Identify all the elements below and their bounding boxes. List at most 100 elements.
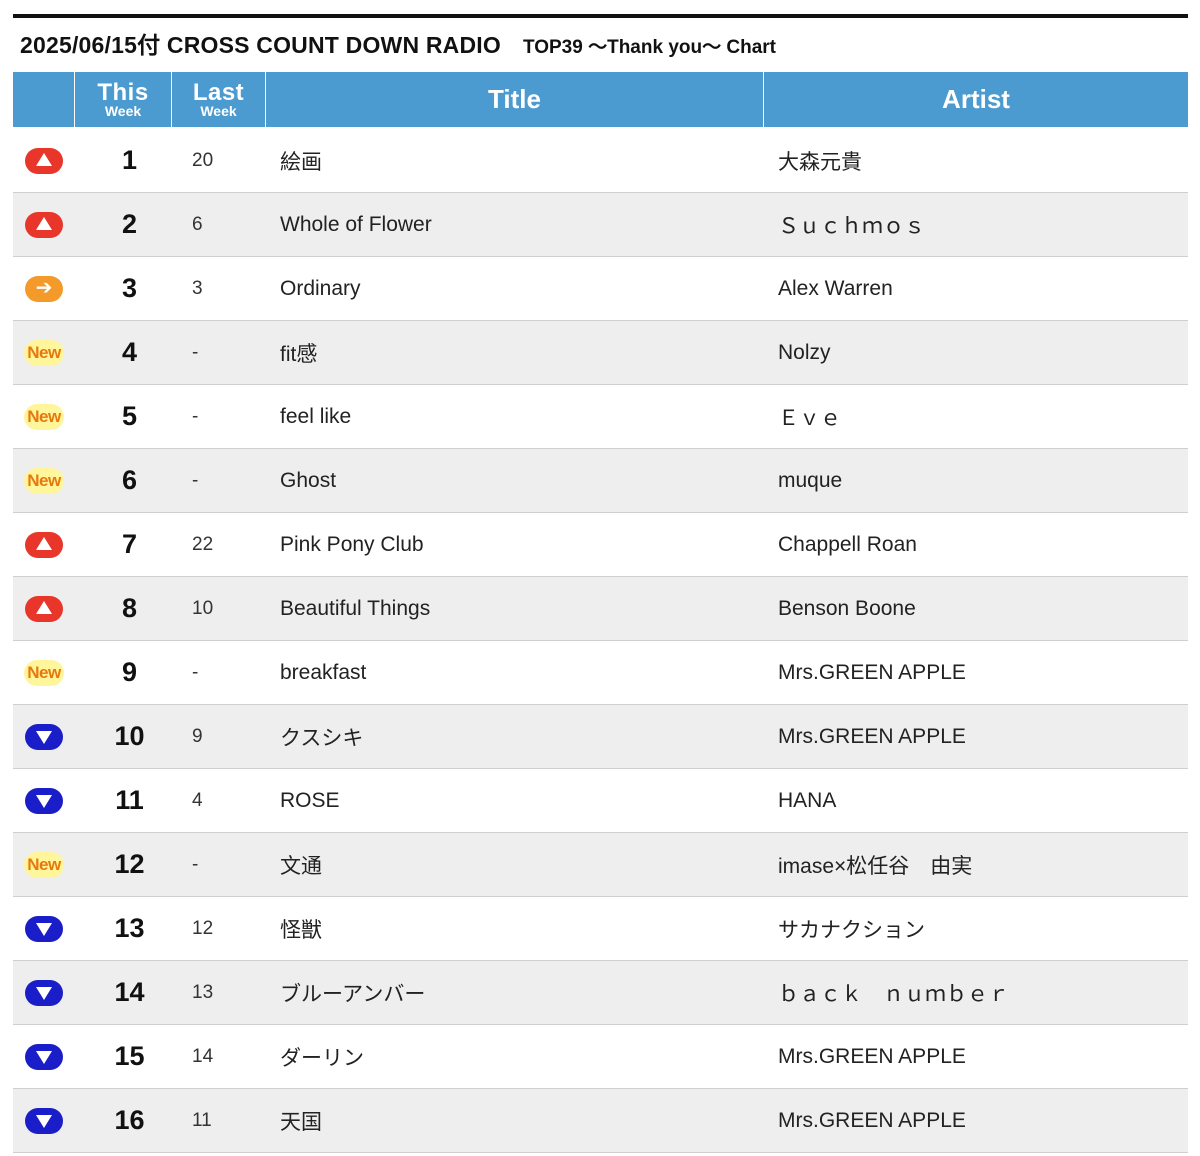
song-title: Pink Pony Club	[280, 532, 424, 556]
artist-name: Mrs.GREEN APPLE	[778, 1108, 966, 1132]
new-entry-badge: New	[24, 403, 64, 430]
last-week-rank: -	[192, 405, 199, 427]
this-week-rank: 15	[114, 1041, 145, 1071]
rank-down-icon	[25, 787, 63, 814]
this-week-rank: 1	[121, 145, 138, 175]
last-week-rank: 6	[192, 213, 203, 235]
song-title: Beautiful Things	[280, 596, 431, 620]
song-title: クスシキ	[280, 726, 364, 750]
table-row: 13 12 怪獣 サカナクション	[13, 897, 1188, 961]
rank-down-icon	[25, 1043, 63, 1070]
table-row: 15 14 ダーリン Mrs.GREEN APPLE	[13, 1025, 1188, 1089]
artist-name: Ｅｖｅ	[778, 406, 841, 430]
table-row: New 4 - fit感 Nolzy	[13, 321, 1188, 385]
table-row: New 5 - feel like Ｅｖｅ	[13, 385, 1188, 449]
song-title: 怪獣	[280, 918, 322, 942]
status-cell: New	[13, 385, 75, 448]
new-entry-badge: New	[24, 467, 64, 494]
status-cell: ➔	[13, 257, 75, 320]
status-cell	[13, 961, 75, 1024]
last-week-rank: -	[192, 469, 199, 491]
status-cell: New	[13, 833, 75, 896]
table-header: This Week Last Week Title Artist	[13, 72, 1188, 129]
song-title: 天国	[280, 1110, 322, 1134]
header-last-week: Last Week	[172, 72, 266, 127]
artist-name: imase×松任谷 由実	[778, 854, 973, 878]
new-entry-badge: New	[24, 659, 64, 686]
artist-name: サカナクション	[778, 918, 925, 942]
table-row: 11 4 ROSE HANA	[13, 769, 1188, 833]
song-title: breakfast	[280, 660, 367, 684]
status-cell	[13, 577, 75, 640]
status-cell: New	[13, 321, 75, 384]
last-week-rank: 20	[192, 149, 214, 171]
last-week-rank: 9	[192, 725, 203, 747]
last-week-rank: 13	[192, 981, 214, 1003]
artist-name: Benson Boone	[778, 596, 916, 620]
new-entry-badge: New	[24, 851, 64, 878]
rank-down-icon	[25, 1107, 63, 1134]
header-title: Title	[266, 72, 764, 127]
song-title: 絵画	[280, 150, 322, 174]
status-cell	[13, 513, 75, 576]
this-week-rank: 11	[115, 785, 144, 815]
this-week-rank: 9	[121, 657, 138, 687]
last-week-rank: 3	[192, 277, 203, 299]
artist-name: Mrs.GREEN APPLE	[778, 1044, 966, 1068]
artist-name: Alex Warren	[778, 276, 893, 300]
rank-down-icon	[25, 915, 63, 942]
artist-name: HANA	[778, 788, 837, 812]
song-title: ROSE	[280, 788, 340, 812]
artist-name: Nolzy	[778, 340, 831, 364]
artist-name: ｂａｃｋ ｎｕｍｂｅｒ	[778, 982, 1009, 1006]
rank-stay-icon: ➔	[25, 275, 63, 302]
status-cell	[13, 705, 75, 768]
rank-down-icon	[25, 979, 63, 1006]
header-this-week-top: This	[97, 79, 149, 106]
new-entry-badge: New	[24, 339, 64, 366]
status-cell: New	[13, 449, 75, 512]
table-row: ➔ 3 3 Ordinary Alex Warren	[13, 257, 1188, 321]
this-week-rank: 4	[121, 337, 138, 367]
song-title: fit感	[280, 342, 318, 366]
last-week-rank: -	[192, 341, 199, 363]
ranking-table: This Week Last Week Title Artist 1 20 絵画 大森…	[13, 72, 1188, 1153]
header-artist: Artist	[942, 84, 1010, 114]
this-week-rank: 5	[121, 401, 138, 431]
header-this-week: This Week	[75, 72, 172, 127]
status-cell	[13, 897, 75, 960]
rank-up-icon	[25, 147, 63, 174]
song-title: ブルーアンバー	[280, 982, 426, 1006]
artist-name: Mrs.GREEN APPLE	[778, 660, 966, 684]
header-last-week-bottom: Week	[200, 103, 237, 119]
last-week-rank: 4	[192, 789, 203, 811]
song-title: Ghost	[280, 468, 337, 492]
this-week-rank: 12	[114, 849, 145, 879]
chart-title: 2025/06/15付 CROSS COUNT DOWN RADIO	[20, 32, 501, 58]
this-week-rank: 2	[121, 209, 138, 239]
status-cell: New	[13, 641, 75, 704]
artist-name: Chappell Roan	[778, 532, 917, 556]
this-week-rank: 6	[121, 465, 138, 495]
table-row: 8 10 Beautiful Things Benson Boone	[13, 577, 1188, 641]
top-rule	[13, 14, 1188, 18]
status-cell	[13, 1025, 75, 1088]
this-week-rank: 10	[114, 721, 145, 751]
table-row: 10 9 クスシキ Mrs.GREEN APPLE	[13, 705, 1188, 769]
last-week-rank: -	[192, 853, 199, 875]
chart-heading: 2025/06/15付 CROSS COUNT DOWN RADIO TOP39…	[20, 26, 776, 62]
table-row: 14 13 ブルーアンバー ｂａｃｋ ｎｕｍｂｅｒ	[13, 961, 1188, 1025]
table-row: 2 6 Whole of Flower Ｓｕｃｈｍｏｓ	[13, 193, 1188, 257]
chart-subtitle: TOP39 〜Thank you〜 Chart	[522, 37, 776, 58]
status-cell	[13, 193, 75, 256]
header-last-week-top: Last	[192, 79, 245, 106]
artist-name: Ｓｕｃｈｍｏｓ	[778, 214, 925, 238]
status-cell	[13, 129, 75, 192]
table-row: 7 22 Pink Pony Club Chappell Roan	[13, 513, 1188, 577]
this-week-rank: 8	[121, 593, 138, 623]
table-row: New 6 - Ghost muque	[13, 449, 1188, 513]
this-week-rank: 14	[114, 977, 145, 1007]
table-row: 1 20 絵画 大森元貴	[13, 129, 1188, 193]
artist-name: Mrs.GREEN APPLE	[778, 724, 966, 748]
artist-name: muque	[778, 468, 843, 492]
